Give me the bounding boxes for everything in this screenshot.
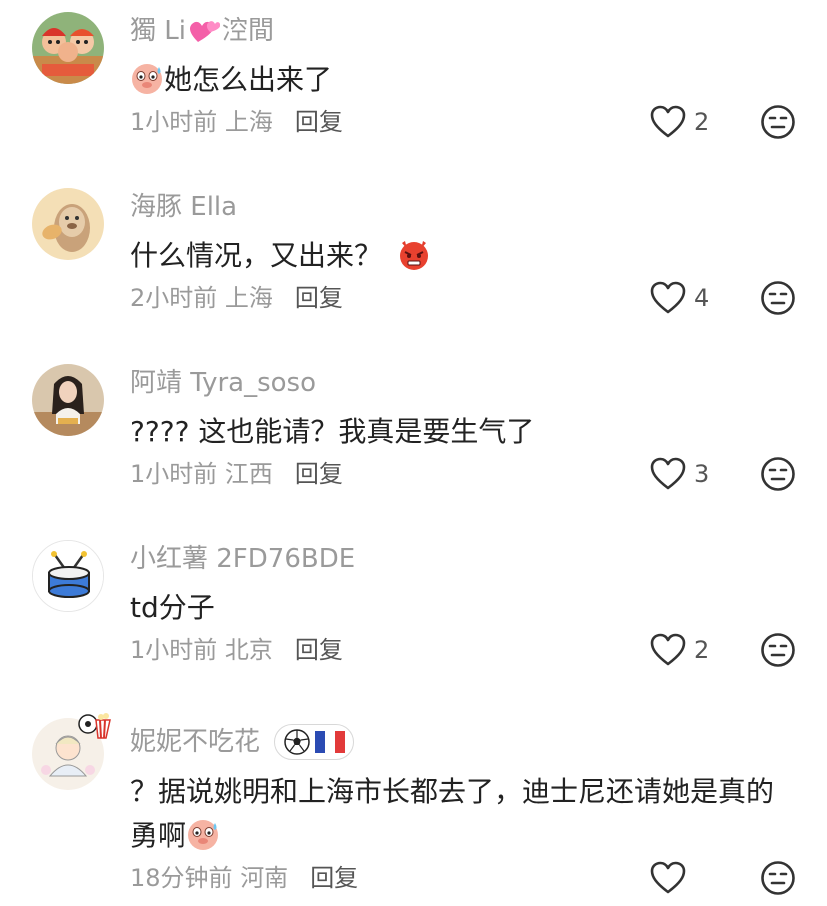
reply-button[interactable]: 回复 (295, 634, 343, 666)
comment-meta: 1小时前 北京 回复 (130, 634, 343, 666)
heart-outline-icon (650, 633, 686, 666)
reply-button[interactable]: 回复 (295, 458, 343, 490)
like-button[interactable]: 2 (650, 104, 709, 140)
comment-item: 阿靖 Tyra_soso ???? 这也能请？我真是要生气了 1小时前 江西 回… (0, 352, 827, 528)
cartoon-characters-avatar-icon (32, 12, 104, 84)
author-badge[interactable] (274, 724, 355, 760)
comment-item: 小红薯 2FD76BDE td分子 1小时前 北京 回复 2 (0, 528, 827, 704)
comment-location: 江西 (224, 460, 273, 488)
sweating-pig-emoji-icon (188, 820, 219, 850)
reply-button[interactable]: 回复 (310, 862, 358, 894)
heart-outline-icon (650, 105, 686, 138)
comment-time: 1小时前 (130, 108, 218, 136)
like-button[interactable] (650, 860, 694, 896)
comment-text-content: 什么情况，又出来？ (130, 239, 383, 272)
france-flag-icon (315, 731, 346, 753)
pink-hearts-icon (189, 21, 220, 42)
woman-photo-avatar-icon (32, 364, 104, 436)
comment-author[interactable]: 小红薯 2FD76BDE (130, 542, 355, 576)
comment-text-content: 勇啊 (130, 819, 187, 852)
dislike-face-icon[interactable] (760, 632, 796, 668)
like-count: 2 (694, 636, 710, 664)
comment-time: 18分钟前 (130, 864, 233, 892)
like-count: 4 (694, 284, 710, 312)
comment-text: 她怎么出来了 (130, 60, 800, 100)
comment-location: 上海 (224, 284, 273, 312)
comment-author[interactable]: 獨 Li 涳間 (130, 14, 274, 48)
comment-location: 上海 (224, 108, 273, 136)
comment-text: ？据说姚明和上海市长都去了，迪士尼还请她是真的 勇啊 (130, 772, 800, 856)
avatar[interactable] (32, 364, 104, 436)
author-name-part: 獨 Li (130, 16, 186, 46)
dislike-face-icon[interactable] (760, 860, 796, 896)
reply-button[interactable]: 回复 (295, 106, 343, 138)
comment-time: 1小时前 (130, 636, 218, 664)
comment-item: 獨 Li 涳間 她怎么出来了 1小时前 上海 回复 2 (0, 0, 827, 176)
comment-text-line: 勇啊 (130, 816, 800, 856)
comment-text: ???? 这也能请？我真是要生气了 (130, 415, 535, 448)
comment-text: td分子 (130, 591, 215, 624)
comment-time: 1小时前 (130, 460, 218, 488)
dislike-face-icon[interactable] (760, 280, 796, 316)
comment-meta: 1小时前 上海 回复 (130, 106, 343, 138)
comment-location: 北京 (224, 636, 273, 664)
comment-meta: 18分钟前 河南 回复 (130, 862, 358, 894)
avatar[interactable] (32, 12, 104, 84)
comment-text: 什么情况，又出来？ (130, 236, 800, 276)
sweating-pig-emoji-icon (132, 64, 162, 94)
like-button[interactable]: 3 (650, 456, 709, 492)
heart-outline-icon (650, 281, 686, 314)
dislike-face-icon[interactable] (760, 104, 796, 140)
comment-time: 2小时前 (130, 284, 218, 312)
heart-outline-icon (650, 861, 686, 894)
author-name-part: 涳間 (221, 16, 274, 46)
comment-text-line: ？据说姚明和上海市长都去了，迪士尼还请她是真的 (130, 775, 775, 808)
popcorn-soccer-sticker-icon (78, 713, 111, 739)
heart-outline-icon (650, 457, 686, 490)
comment-text-content: 她怎么出来了 (164, 63, 333, 96)
comment-item: 妮妮不吃花 ？据说姚明和上海市长都去了，迪士尼还请她是真的 勇啊 18分钟前 河… (0, 704, 827, 906)
avatar[interactable] (32, 188, 104, 260)
like-count: 3 (694, 460, 710, 488)
author-name: 妮妮不吃花 (130, 727, 261, 757)
comment-author[interactable]: 阿靖 Tyra_soso (130, 366, 316, 400)
comment-meta: 1小时前 江西 回复 (130, 458, 343, 490)
drum-avatar-icon (33, 541, 103, 611)
comment-item: 海豚 Ella 什么情况，又出来？ 2小时前 上海 回复 4 (0, 176, 827, 352)
like-button[interactable]: 4 (650, 280, 709, 316)
avatar[interactable] (32, 540, 104, 612)
comment-location: 河南 (240, 864, 289, 892)
cartoon-seal-avatar-icon (32, 188, 104, 260)
comment-meta: 2小时前 上海 回复 (130, 282, 343, 314)
soccer-ball-icon (284, 729, 310, 755)
like-button[interactable]: 2 (650, 632, 709, 668)
dislike-face-icon[interactable] (760, 456, 796, 492)
comment-author[interactable]: 妮妮不吃花 (130, 724, 355, 760)
angry-devil-emoji-icon (399, 241, 428, 270)
reply-button[interactable]: 回复 (295, 282, 343, 314)
comment-author[interactable]: 海豚 Ella (130, 190, 237, 224)
like-count: 2 (694, 108, 710, 136)
